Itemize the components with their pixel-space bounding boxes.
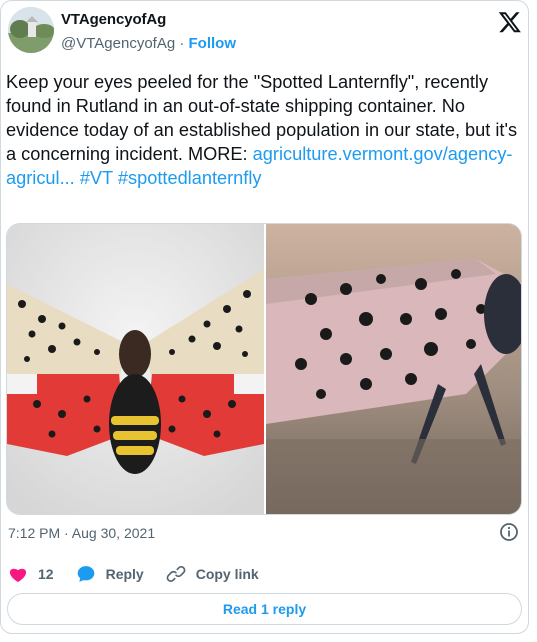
- x-logo-icon[interactable]: [498, 10, 522, 34]
- hashtag-spottedlanternfly[interactable]: #spottedlanternfly: [118, 168, 262, 188]
- info-icon[interactable]: [499, 522, 519, 542]
- display-name[interactable]: VTAgencyofAg: [61, 11, 166, 28]
- reply-bubble-icon: [77, 566, 94, 582]
- lanternfly-closeup-photo[interactable]: [266, 224, 521, 514]
- like-count: 12: [38, 566, 54, 582]
- action-bar: 12 Reply Copy link: [8, 563, 281, 585]
- handle-row: @VTAgencyofAg · Follow: [61, 35, 236, 52]
- follow-button[interactable]: Follow: [189, 35, 237, 52]
- hashtag-vt[interactable]: #VT: [80, 168, 113, 188]
- copy-link-label: Copy link: [195, 566, 259, 582]
- timestamp[interactable]: 7:12 PM · Aug 30, 2021: [8, 525, 155, 541]
- read-replies-button[interactable]: Read 1 reply: [7, 593, 522, 625]
- reply-button[interactable]: Reply: [76, 564, 144, 584]
- avatar[interactable]: [8, 7, 54, 53]
- lanternfly-spread-wings-photo[interactable]: [7, 224, 264, 514]
- link-icon: [166, 566, 186, 582]
- like-button[interactable]: 12: [8, 564, 54, 584]
- heart-icon: [9, 568, 27, 582]
- reply-label: Reply: [105, 566, 144, 582]
- media-grid: [6, 223, 522, 515]
- separator: ·: [175, 35, 189, 52]
- copy-link-button[interactable]: Copy link: [166, 564, 259, 584]
- avatar-image: [8, 7, 54, 53]
- handle[interactable]: @VTAgencyofAg: [61, 35, 175, 52]
- tweet-card: VTAgencyofAg @VTAgencyofAg · Follow Keep…: [0, 0, 529, 634]
- tweet-text: Keep your eyes peeled for the "Spotted L…: [6, 70, 522, 190]
